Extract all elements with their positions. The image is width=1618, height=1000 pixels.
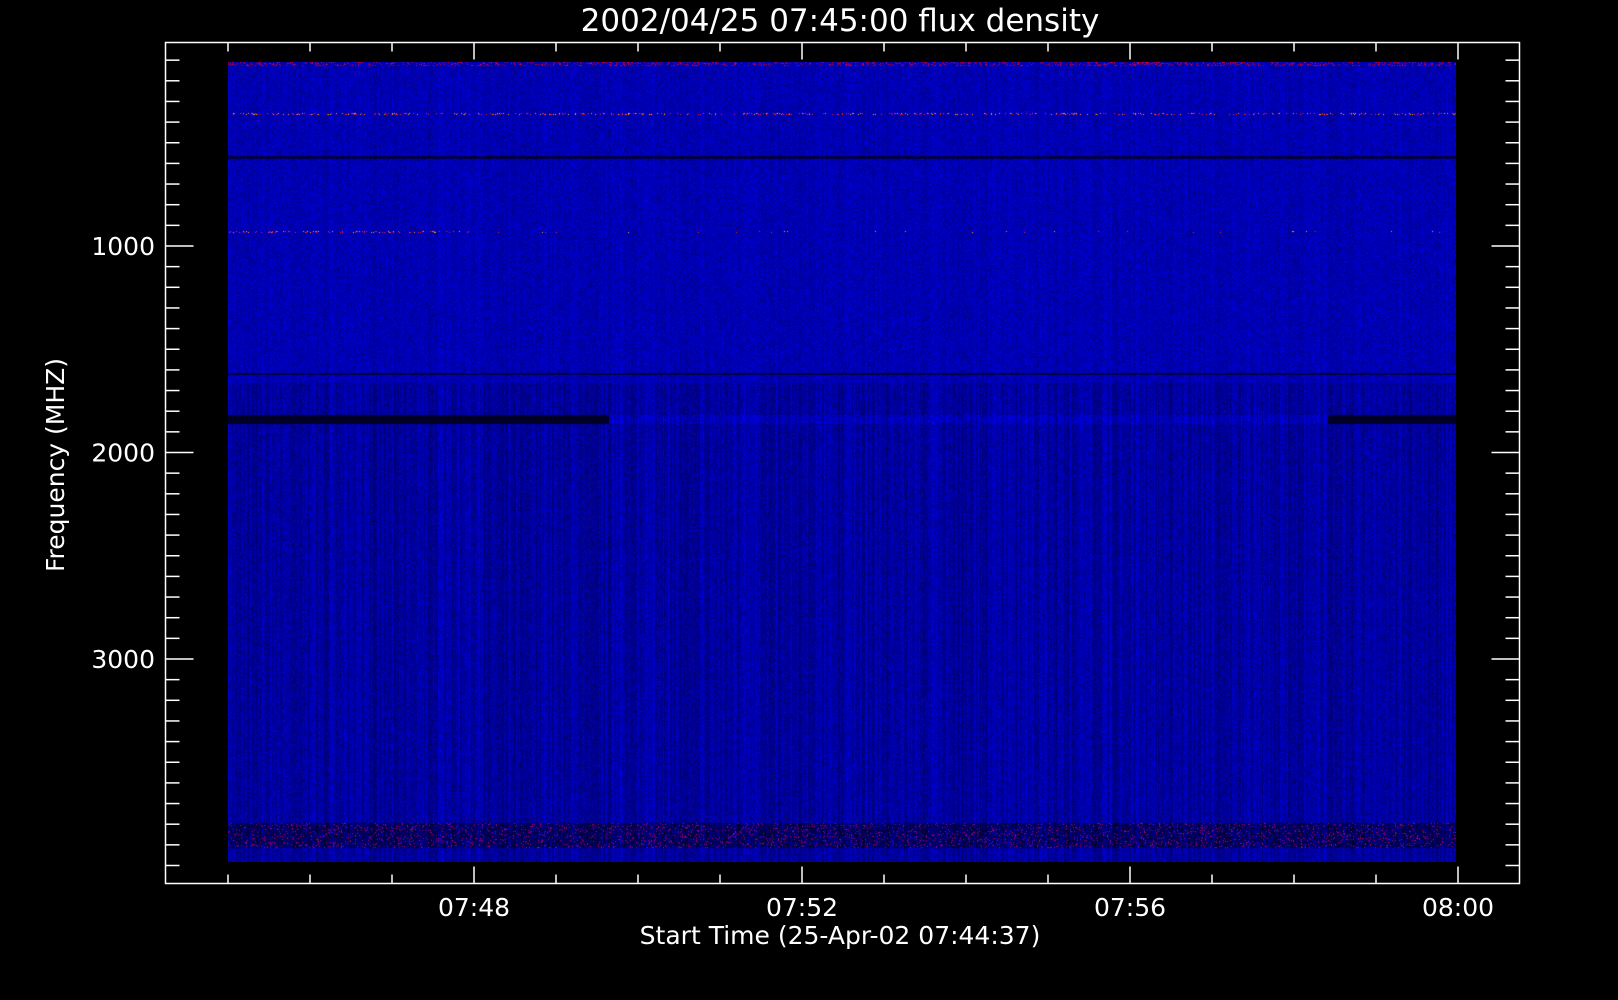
y-tick-label: 3000 — [91, 645, 155, 674]
spectrogram-image — [228, 62, 1456, 862]
x-tick-label: 07:52 — [766, 893, 838, 922]
y-axis-label: Frequency (MHZ) — [41, 358, 70, 572]
x-tick-label: 08:00 — [1422, 893, 1494, 922]
x-tick-label: 07:48 — [438, 893, 510, 922]
x-tick-label: 07:56 — [1094, 893, 1166, 922]
y-tick-label: 2000 — [91, 439, 155, 468]
y-tick-label: 1000 — [91, 232, 155, 261]
chart-title: 2002/04/25 07:45:00 flux density — [581, 3, 1100, 39]
x-axis-label: Start Time (25-Apr-02 07:44:37) — [640, 921, 1041, 950]
